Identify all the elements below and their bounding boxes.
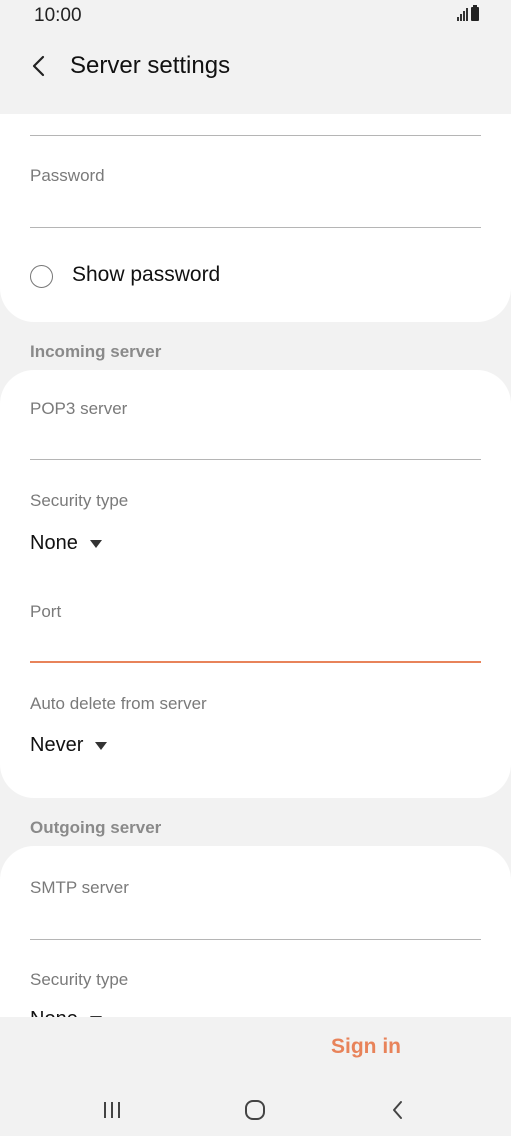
smtp-server-underline xyxy=(30,939,481,940)
password-label: Password xyxy=(30,166,105,185)
dropdown-arrow-icon xyxy=(89,539,102,548)
signal-icon xyxy=(457,7,468,21)
port-label: Port xyxy=(30,602,62,621)
incoming-server-card: POP3 server Security type None Port Auto… xyxy=(0,370,511,798)
pop3-server-underline xyxy=(30,459,481,460)
bottom-action-bar: Sign in xyxy=(0,1017,511,1083)
port-field[interactable] xyxy=(30,628,481,662)
navigation-bar xyxy=(0,1083,511,1136)
pop3-server-label: POP3 server xyxy=(30,399,128,418)
pop3-server-field[interactable] xyxy=(30,426,481,460)
status-time: 10:00 xyxy=(34,5,82,26)
home-icon[interactable] xyxy=(235,1093,275,1127)
account-card: Password Show password xyxy=(0,114,511,322)
back-arrow-icon[interactable] xyxy=(26,52,54,80)
port-underline xyxy=(30,661,481,663)
recents-icon[interactable] xyxy=(92,1093,132,1127)
incoming-server-heading: Incoming server xyxy=(30,342,162,361)
nav-back-icon[interactable] xyxy=(378,1093,418,1127)
auto-delete-label: Auto delete from server xyxy=(30,694,207,713)
outgoing-security-type-dropdown[interactable]: None xyxy=(30,1008,102,1017)
smtp-server-field[interactable] xyxy=(30,904,481,938)
incoming-security-type-label: Security type xyxy=(30,491,129,510)
status-bar: 10:00 xyxy=(0,0,511,32)
username-underline xyxy=(30,135,481,136)
app-bar: Server settings xyxy=(0,32,511,114)
incoming-security-type-dropdown[interactable]: None xyxy=(30,532,102,555)
smtp-server-label: SMTP server xyxy=(30,878,129,897)
password-field[interactable] xyxy=(30,194,481,228)
password-underline xyxy=(30,227,481,228)
auto-delete-dropdown[interactable]: Never xyxy=(30,734,108,757)
settings-scroll-area[interactable]: Password Show password Incoming server P… xyxy=(0,114,511,1017)
outgoing-server-heading: Outgoing server xyxy=(30,818,162,837)
outgoing-server-card: SMTP server Security type None xyxy=(0,846,511,1017)
battery-icon xyxy=(471,5,479,21)
dropdown-arrow-icon xyxy=(95,741,108,750)
page-title: Server settings xyxy=(70,52,231,79)
show-password-label[interactable]: Show password xyxy=(72,263,220,287)
show-password-radio[interactable] xyxy=(30,265,53,288)
sign-in-button[interactable]: Sign in xyxy=(331,1035,401,1059)
outgoing-security-type-label: Security type xyxy=(30,970,129,989)
status-icons xyxy=(457,5,479,21)
